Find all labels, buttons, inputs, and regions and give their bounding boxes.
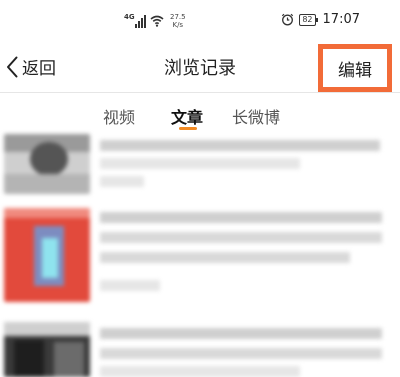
active-tab-indicator xyxy=(179,127,197,130)
status-left-group: 4G 27.5 K/s xyxy=(124,8,186,34)
tab-videos[interactable]: 视频 xyxy=(103,104,135,128)
list-item[interactable] xyxy=(0,322,400,377)
cellular-signal-icon: 4G xyxy=(124,13,146,29)
list-item[interactable] xyxy=(0,134,400,196)
article-thumbnail xyxy=(4,208,90,302)
nav-bar: 返回 浏览记录 编辑 xyxy=(0,40,400,92)
network-speed-unit: K/s xyxy=(172,21,184,29)
tab-bar: 视频 文章 长微博 xyxy=(0,100,400,134)
edit-button[interactable]: 编辑 xyxy=(318,44,392,92)
tab-articles[interactable]: 文章 xyxy=(171,104,203,128)
article-thumbnail xyxy=(4,322,90,377)
tab-long-weibo[interactable]: 长微博 xyxy=(232,104,280,128)
article-list xyxy=(0,134,400,377)
edit-label: 编辑 xyxy=(338,60,372,81)
status-right-group: 82 17:07 xyxy=(281,12,360,27)
wifi-icon xyxy=(150,15,164,27)
list-item[interactable] xyxy=(0,208,400,308)
article-thumbnail xyxy=(4,134,90,194)
battery-icon: 82 xyxy=(299,13,318,26)
nav-divider xyxy=(0,92,400,93)
network-type: 4G xyxy=(124,13,135,21)
network-speed-value: 27.5 xyxy=(170,13,186,21)
status-bar: 4G 27.5 K/s 82 17:07 xyxy=(0,0,400,40)
alarm-clock-icon xyxy=(282,13,294,26)
status-time: 17:07 xyxy=(322,12,360,27)
network-speed: 27.5 K/s xyxy=(170,13,186,29)
